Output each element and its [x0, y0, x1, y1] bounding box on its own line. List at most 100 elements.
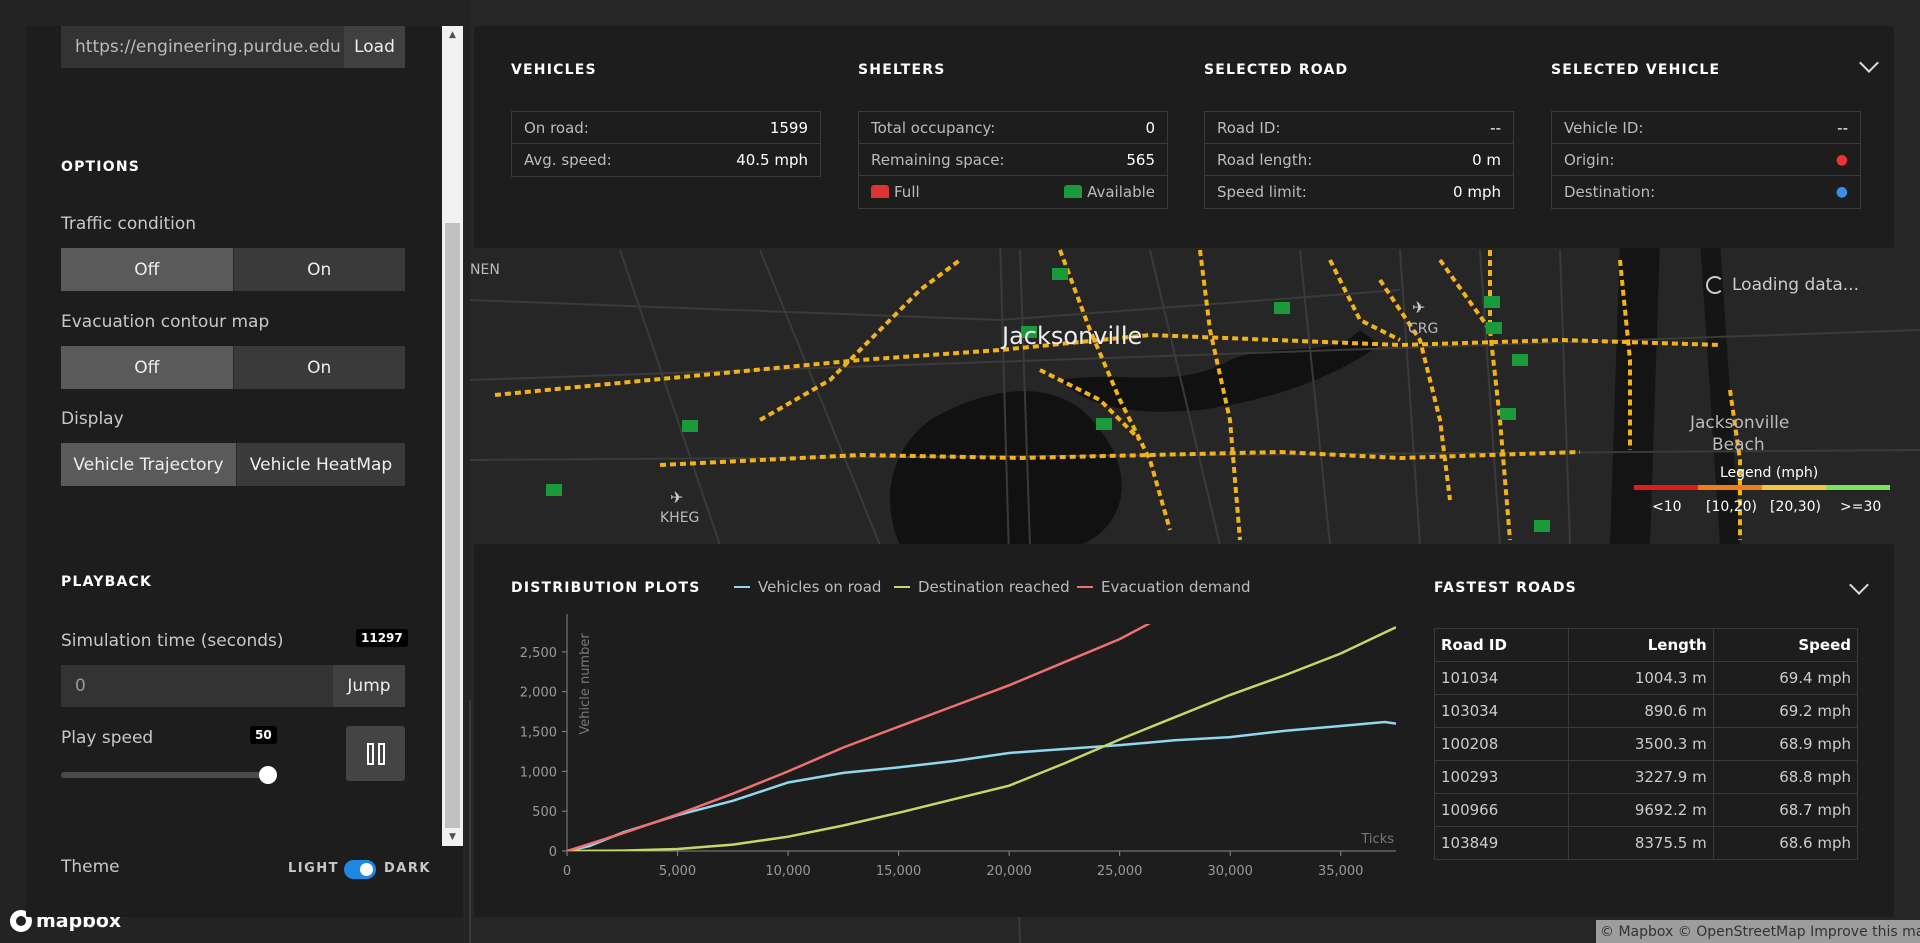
play-speed-label: Play speed — [61, 728, 154, 748]
display-toggle: Vehicle Trajectory Vehicle HeatMap — [61, 443, 405, 486]
load-button[interactable]: Load — [344, 26, 405, 68]
stats-panel: VEHICLES On road: 1599 Avg. speed: 40.5 mp… — [474, 26, 1894, 248]
y-tick-label: 1,500 — [520, 726, 557, 741]
header-length[interactable]: Length — [1568, 628, 1714, 662]
cell-road-id: 100208 — [1433, 727, 1570, 761]
shelter-full-legend: Full — [871, 183, 920, 201]
cell-speed: 68.9 mph — [1712, 727, 1859, 761]
map-attribution[interactable]: © Mapbox © OpenStreetMap Improve this ma… — [1596, 920, 1920, 943]
bottom-panel: DISTRIBUTION PLOTS Vehicles on road Dest… — [474, 544, 1894, 917]
airport-icon: ✈ — [1412, 298, 1426, 317]
x-tick-label: 0 — [563, 864, 571, 879]
collapse-stats-chevron-icon[interactable] — [1859, 53, 1879, 73]
legend-label-10-20: [10,20) — [1706, 499, 1758, 515]
url-input[interactable]: https://engineering.purdue.edu — [61, 26, 344, 68]
road-id-row: Road ID: -- — [1205, 112, 1513, 144]
sim-time-label: Simulation time (seconds) — [61, 631, 284, 651]
fastest-roads-table: Road ID Length Speed 101034 1004.3 m 69.4 … — [1433, 628, 1859, 860]
play-speed-slider[interactable] — [61, 772, 267, 778]
vehicle-trajectory-button[interactable]: Vehicle Trajectory — [61, 443, 236, 486]
collapse-bottom-chevron-icon[interactable] — [1849, 575, 1869, 595]
distribution-chart[interactable]: 0 500 1,000 1,500 2,000 2,500 0 5,000 10,000 15,0… — [474, 544, 1424, 917]
table-row[interactable]: 100208 3500.3 m 68.9 mph — [1433, 727, 1859, 761]
sim-time-input[interactable]: 0 — [61, 665, 333, 707]
vehicle-id-value: -- — [1837, 118, 1848, 137]
play-speed-badge: 50 — [250, 726, 277, 744]
destination-pin-icon: ● — [1835, 184, 1848, 200]
scroll-down-icon[interactable]: ▼ — [442, 828, 463, 846]
table-row[interactable]: 100966 9692.2 m 68.7 mph — [1433, 793, 1859, 827]
legend-label-gte30: >=30 — [1840, 499, 1882, 515]
cell-length: 8375.5 m — [1568, 826, 1714, 860]
scroll-up-icon[interactable]: ▲ — [442, 26, 463, 44]
playback-title: PLAYBACK — [61, 574, 153, 590]
selected-vehicle-title: SELECTED VEHICLE — [1551, 62, 1721, 78]
avg-speed-value: 40.5 mph — [736, 151, 808, 169]
loading-text: Loading data... — [1732, 275, 1859, 295]
map-city-label: Jacksonville — [1002, 322, 1143, 350]
table-row[interactable]: 103849 8375.5 m 68.6 mph — [1433, 826, 1859, 860]
header-speed[interactable]: Speed — [1712, 628, 1859, 662]
table-row[interactable]: 100293 3227.9 m 68.8 mph — [1433, 760, 1859, 794]
cell-speed: 68.6 mph — [1712, 826, 1859, 860]
x-axis-label: Ticks — [1360, 832, 1394, 847]
series-line-3 — [567, 624, 1151, 851]
occupancy-row: Total occupancy: 0 — [859, 112, 1167, 144]
on-road-value: 1599 — [769, 118, 808, 137]
vehicle-id-row: Vehicle ID: -- — [1552, 112, 1860, 144]
theme-toggle[interactable] — [344, 860, 376, 879]
shelters-box: Total occupancy: 0 Remaining space: 565 Fu… — [858, 111, 1168, 209]
y-tick-label: 1,000 — [520, 765, 557, 780]
theme-label: Theme — [61, 857, 120, 877]
scroll-thumb[interactable] — [445, 223, 460, 828]
table-header-row: Road ID Length Speed — [1433, 628, 1859, 662]
display-label: Display — [61, 409, 124, 429]
x-tick-label: 25,000 — [1097, 864, 1143, 879]
jump-button[interactable]: Jump — [333, 665, 405, 707]
play-speed-handle[interactable] — [259, 766, 277, 784]
y-axis-label: Vehicle number — [578, 633, 593, 735]
occupancy-value: 0 — [1145, 118, 1155, 137]
speed-limit-value: 0 mph — [1453, 183, 1501, 201]
cell-length: 1004.3 m — [1568, 661, 1714, 695]
legend-title: Legend (mph) — [1720, 465, 1819, 481]
map-beach-label-2: Beach — [1712, 435, 1765, 455]
origin-pin-icon: ● — [1835, 151, 1848, 168]
control-panel-scroll[interactable]: https://engineering.purdue.edu Load OPTI… — [26, 26, 463, 846]
pause-button[interactable] — [346, 726, 405, 781]
x-tick-label: 30,000 — [1207, 864, 1253, 879]
cell-length: 3227.9 m — [1568, 760, 1714, 794]
header-road-id[interactable]: Road ID — [1433, 628, 1570, 662]
on-road-row: On road: 1599 — [512, 112, 820, 144]
legend-swatch-gte30 — [1826, 485, 1890, 490]
url-loader: https://engineering.purdue.edu Load — [61, 26, 405, 68]
x-tick-label: 5,000 — [659, 864, 696, 879]
remaining-row: Remaining space: 565 — [859, 144, 1167, 176]
cell-length: 9692.2 m — [1568, 793, 1714, 827]
traffic-off-button[interactable]: Off — [61, 248, 233, 291]
remaining-value: 565 — [1126, 150, 1155, 169]
theme-dark-label: DARK — [384, 861, 431, 876]
destination-row: Destination: ● — [1552, 176, 1860, 208]
airport-nen-label: NEN — [470, 262, 500, 278]
traffic-condition-label: Traffic condition — [61, 214, 197, 234]
contour-on-button[interactable]: On — [232, 346, 406, 389]
contour-off-button[interactable]: Off — [61, 346, 233, 389]
selected-road-box: Road ID: -- Road length: 0 m Speed limit: 0… — [1204, 111, 1514, 209]
vehicle-heatmap-button[interactable]: Vehicle HeatMap — [236, 443, 405, 486]
vehicles-box: On road: 1599 Avg. speed: 40.5 mph — [511, 111, 821, 177]
road-length-row: Road length: 0 m — [1205, 144, 1513, 176]
pause-icon — [366, 742, 385, 765]
avg-speed-label: Avg. speed: — [524, 151, 612, 169]
panel-scrollbar[interactable]: ▲ ▼ — [442, 26, 463, 846]
road-id-value: -- — [1490, 118, 1501, 137]
traffic-on-button[interactable]: On — [232, 248, 406, 291]
table-row[interactable]: 101034 1004.3 m 69.4 mph — [1433, 661, 1859, 695]
table-row[interactable]: 103034 890.6 m 69.2 mph — [1433, 694, 1859, 728]
airport-icon: ✈ — [670, 488, 684, 507]
fastest-roads-title: FASTEST ROADS — [1434, 580, 1577, 596]
airport-kheg-label: KHEG — [660, 510, 700, 526]
shelters-title: SHELTERS — [858, 62, 946, 78]
spinner-icon — [1706, 276, 1724, 294]
speed-limit-label: Speed limit: — [1217, 183, 1307, 201]
